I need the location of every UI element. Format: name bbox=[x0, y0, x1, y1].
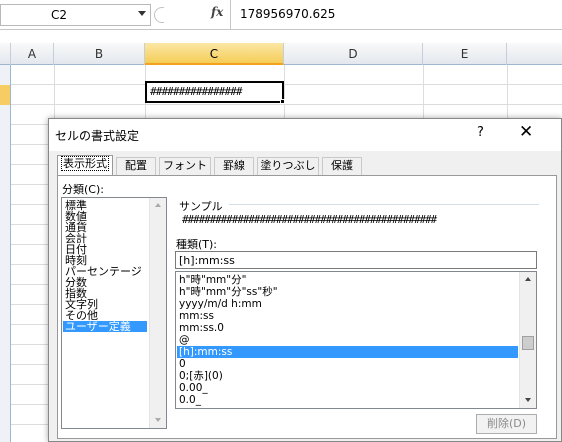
name-box[interactable]: C2 bbox=[0, 4, 151, 26]
row-header[interactable] bbox=[0, 385, 11, 405]
row-header[interactable] bbox=[0, 145, 11, 165]
column-header-e[interactable]: E bbox=[423, 43, 507, 65]
format-type-list[interactable]: h"時"mm"分" h"時"mm"分"ss"秒" yyyy/m/d h:mm m… bbox=[175, 271, 537, 409]
row-header[interactable] bbox=[0, 105, 11, 125]
scroll-down-icon[interactable] bbox=[155, 418, 161, 422]
sample-group-line bbox=[229, 204, 539, 205]
sample-preview: ########################################… bbox=[182, 213, 437, 226]
active-cell-c2[interactable]: ################ bbox=[145, 81, 284, 103]
format-cells-dialog: セルの書式設定 ? ✕ 表示形式 配置 フォント 罫線 塗りつぶし 保護 分類(… bbox=[48, 118, 562, 442]
format-type-item-selected[interactable]: [h]:mm:ss bbox=[177, 346, 518, 358]
format-type-item[interactable]: h"時"mm"分"ss"秒" bbox=[177, 286, 518, 298]
format-type-item[interactable]: mm:ss.0 bbox=[177, 322, 518, 334]
tab-protection[interactable]: 保護 bbox=[322, 157, 362, 175]
row-header[interactable] bbox=[0, 345, 11, 365]
row-header[interactable] bbox=[0, 285, 11, 305]
tab-number-format[interactable]: 表示形式 bbox=[57, 155, 113, 176]
format-type-scrollbar[interactable] bbox=[519, 272, 536, 408]
row-header[interactable] bbox=[0, 305, 11, 325]
tab-strip: 表示形式 配置 フォント 罫線 塗りつぶし 保護 bbox=[57, 155, 557, 176]
format-type-item[interactable]: 0.0_ bbox=[177, 394, 518, 406]
column-header-next[interactable] bbox=[507, 43, 562, 65]
insert-function-icon[interactable]: fx bbox=[211, 5, 223, 19]
active-cell-value: ################ bbox=[150, 85, 242, 98]
formula-input[interactable]: 178956970.625 bbox=[230, 0, 562, 30]
formula-bar: C2 fx 178956970.625 bbox=[0, 0, 562, 30]
tab-alignment[interactable]: 配置 bbox=[116, 157, 156, 175]
column-header-a[interactable]: A bbox=[11, 43, 54, 65]
formula-bar-divider bbox=[154, 7, 164, 23]
format-type-item[interactable]: 0;[赤](0) bbox=[177, 370, 518, 382]
scrollbar-thumb[interactable] bbox=[522, 336, 534, 350]
dialog-title: セルの書式設定 bbox=[55, 129, 140, 143]
row-header[interactable] bbox=[0, 85, 11, 105]
category-item-selected[interactable]: ユーザー定義 bbox=[63, 321, 147, 332]
category-scrollbar[interactable] bbox=[149, 198, 166, 428]
scroll-up-icon[interactable] bbox=[525, 277, 531, 281]
category-list[interactable]: 標準 数値 通貨 会計 日付 時刻 パーセンテージ 分数 指数 文字列 その他 … bbox=[61, 197, 167, 429]
tab-border[interactable]: 罫線 bbox=[214, 157, 254, 175]
chevron-down-icon[interactable] bbox=[138, 11, 146, 16]
format-type-item[interactable]: 0 bbox=[177, 358, 518, 370]
row-header[interactable] bbox=[0, 125, 11, 145]
row-header[interactable] bbox=[0, 165, 11, 185]
fill-handle[interactable] bbox=[280, 99, 285, 104]
column-header-b[interactable]: B bbox=[54, 43, 145, 65]
scroll-down-icon[interactable] bbox=[525, 398, 531, 402]
row-header[interactable] bbox=[0, 225, 11, 245]
delete-button[interactable]: 削除(D) bbox=[476, 414, 537, 434]
select-all-corner[interactable] bbox=[0, 43, 11, 65]
column-header-c[interactable]: C bbox=[145, 43, 284, 65]
formula-value: 178956970.625 bbox=[240, 7, 336, 21]
dialog-titlebar[interactable]: セルの書式設定 ? ✕ bbox=[49, 119, 561, 151]
category-label: 分類(C): bbox=[62, 183, 104, 196]
row-header[interactable] bbox=[0, 365, 11, 385]
row-header[interactable] bbox=[0, 205, 11, 225]
column-header-bar: A B C D E bbox=[0, 43, 562, 65]
row-header[interactable] bbox=[0, 265, 11, 285]
format-type-item[interactable]: 0.00_ bbox=[177, 382, 518, 394]
row-header[interactable] bbox=[0, 425, 11, 442]
format-type-item[interactable]: h"時"mm"分" bbox=[177, 274, 518, 286]
row-header[interactable] bbox=[0, 405, 11, 425]
help-button[interactable]: ? bbox=[477, 125, 484, 140]
column-header-d[interactable]: D bbox=[284, 43, 423, 65]
row-header[interactable] bbox=[0, 325, 11, 345]
row-header[interactable] bbox=[0, 245, 11, 265]
close-button[interactable]: ✕ bbox=[519, 122, 533, 142]
tab-fill[interactable]: 塗りつぶし bbox=[257, 157, 319, 175]
row-header[interactable] bbox=[0, 65, 11, 85]
format-type-item[interactable]: mm:ss bbox=[177, 310, 518, 322]
format-type-item[interactable]: @ bbox=[177, 334, 518, 346]
format-type-item[interactable]: yyyy/m/d h:mm bbox=[177, 298, 518, 310]
type-label: 種類(T): bbox=[176, 238, 218, 251]
format-type-input[interactable] bbox=[175, 251, 537, 269]
name-box-value: C2 bbox=[51, 8, 68, 22]
scroll-up-icon[interactable] bbox=[155, 203, 161, 207]
sample-label: サンプル bbox=[179, 198, 227, 214]
row-header[interactable] bbox=[0, 185, 11, 205]
tab-font[interactable]: フォント bbox=[159, 157, 211, 175]
